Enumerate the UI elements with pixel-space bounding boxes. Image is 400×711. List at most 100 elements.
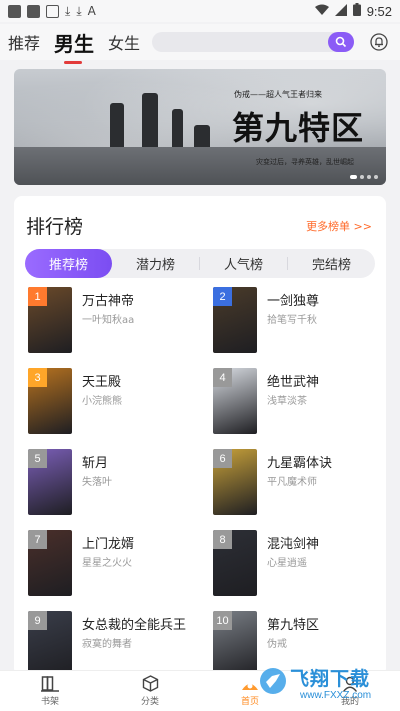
ranking-card: 排行榜 更多榜单 >> 推荐榜 潜力榜 人气榜 完结榜 1 万古神帝一叶知秋aa 2… <box>14 196 388 677</box>
top-bar: 推荐 男生 女生 <box>0 24 400 64</box>
book-author: 寂寞的舞者 <box>82 639 132 650</box>
book-item[interactable]: 6 九星霸体诀平凡魔术师 <box>213 449 388 519</box>
app-notification-icon <box>8 4 21 18</box>
book-title[interactable]: 混沌剑神 <box>267 533 319 552</box>
ranking-title: 排行榜 <box>26 216 84 238</box>
tab-recommend[interactable]: 推荐 <box>8 30 40 54</box>
banner-subtitle: 伪戒——超人气王者归来 <box>234 90 322 99</box>
book-title[interactable]: 一剑独尊 <box>267 290 319 309</box>
rank-badge: 8 <box>213 530 232 549</box>
book-title[interactable]: 上门龙婿 <box>82 533 134 552</box>
banner-tagline: 灾变过后，寻养英雄，乱世崛起 <box>256 158 354 166</box>
book-author: 星星之火火 <box>82 558 132 569</box>
book-item[interactable]: 8 混沌剑神心星逍遥 <box>213 530 388 600</box>
watermark-logo-icon <box>260 668 286 694</box>
rank-badge: 3 <box>28 368 47 387</box>
watermark-url: www.FXXZ.com <box>300 690 372 701</box>
book-author: 小浣熊熊 <box>82 396 122 407</box>
book-title[interactable]: 女总裁的全能兵王 <box>82 614 186 633</box>
watermark-text: 飞翔下载 <box>290 668 371 690</box>
rank-badge: 4 <box>213 368 232 387</box>
banner-title: 第九特区 <box>232 109 365 147</box>
category-cube-icon <box>142 675 158 692</box>
rank-badge: 6 <box>213 449 232 468</box>
nav-bookshelf[interactable]: 书架 <box>0 671 100 711</box>
rank-badge: 1 <box>28 287 47 306</box>
wifi-icon <box>314 4 329 19</box>
promo-banner[interactable]: 伪戒——超人气王者归来 第九特区 灾变过后，寻养英雄，乱世崛起 <box>14 69 386 185</box>
book-cover[interactable]: 10 <box>213 611 257 677</box>
book-cover[interactable]: 8 <box>213 530 257 596</box>
book-author: 一叶知秋aa <box>82 315 135 326</box>
book-title[interactable]: 九星霸体诀 <box>267 452 332 471</box>
bookshelf-icon <box>41 675 59 692</box>
clock: 9:52 <box>366 3 392 19</box>
book-title[interactable]: 天王殿 <box>82 371 121 390</box>
book-author: 伪戒 <box>267 639 287 650</box>
book-item[interactable]: 1 万古神帝一叶知秋aa <box>28 287 203 357</box>
rank-badge: 2 <box>213 287 232 306</box>
book-cover[interactable]: 7 <box>28 530 72 596</box>
carousel-dot <box>350 175 357 179</box>
book-cover[interactable]: 6 <box>213 449 257 515</box>
book-author: 心星逍遥 <box>267 558 307 569</box>
more-rankings-link[interactable]: 更多榜单 >> <box>306 218 372 234</box>
home-icon <box>242 683 258 690</box>
battery-icon <box>352 3 361 19</box>
rank-badge: 7 <box>28 530 47 549</box>
segment-completed[interactable]: 完结榜 <box>288 249 375 278</box>
download-icon: ⤓ <box>65 3 71 18</box>
carousel-dot <box>367 175 371 179</box>
segment-potential[interactable]: 潜力榜 <box>112 249 199 278</box>
book-cover[interactable]: 1 <box>28 287 72 353</box>
segment-popular[interactable]: 人气榜 <box>200 249 287 278</box>
book-cover[interactable]: 5 <box>28 449 72 515</box>
notification-icons: ⤓ ⤓ A <box>8 4 96 19</box>
book-title[interactable]: 万古神帝 <box>82 290 134 309</box>
rank-badge: 9 <box>28 611 47 630</box>
banner-figure <box>172 109 183 147</box>
app-notification-icon <box>46 4 59 18</box>
segment-recommended[interactable]: 推荐榜 <box>25 249 112 278</box>
app-notification-icon <box>27 4 40 18</box>
nav-bookshelf-label: 书架 <box>40 696 59 707</box>
book-item[interactable]: 7 上门龙婿星星之火火 <box>28 530 203 600</box>
site-watermark: 飞翔下载 www.FXXZ.com <box>258 660 398 708</box>
book-item[interactable]: 5 斩月失落叶 <box>28 449 203 519</box>
rank-badge: 10 <box>213 611 232 630</box>
book-item[interactable]: 4 绝世武神浅草淡茶 <box>213 368 388 438</box>
signal-icon <box>334 3 347 19</box>
book-cover[interactable]: 2 <box>213 287 257 353</box>
book-item[interactable]: 3 天王殿小浣熊熊 <box>28 368 203 438</box>
notification-bell-icon[interactable] <box>370 33 388 51</box>
font-icon: A <box>87 4 96 18</box>
search-button[interactable] <box>328 32 354 52</box>
nav-home-label: 首页 <box>240 696 259 707</box>
book-item[interactable]: 2 一剑独尊拾笔写千秋 <box>213 287 388 357</box>
carousel-indicator <box>350 175 378 179</box>
banner-figure <box>110 103 124 147</box>
search-icon <box>335 36 347 48</box>
nav-category-label: 分类 <box>140 697 159 707</box>
carousel-dot <box>374 175 378 179</box>
banner-figure <box>194 125 210 147</box>
book-title[interactable]: 绝世武神 <box>267 371 319 390</box>
book-cover[interactable]: 4 <box>213 368 257 434</box>
nav-category[interactable]: 分类 <box>100 671 200 711</box>
download-icon: ⤓ <box>76 3 82 18</box>
rank-badge: 5 <box>28 449 47 468</box>
tab-female[interactable]: 女生 <box>108 30 140 54</box>
ranking-segment-control: 推荐榜 潜力榜 人气榜 完结榜 <box>25 249 375 278</box>
tab-male[interactable]: 男生 <box>54 28 94 64</box>
book-author: 失落叶 <box>82 477 112 488</box>
book-title[interactable]: 第九特区 <box>267 614 319 633</box>
carousel-dot <box>360 175 364 179</box>
book-title[interactable]: 斩月 <box>82 452 108 471</box>
book-cover[interactable]: 3 <box>28 368 72 434</box>
banner-figure <box>142 93 158 147</box>
book-cover[interactable]: 9 <box>28 611 72 677</box>
search-input[interactable] <box>152 32 354 52</box>
book-author: 平凡魔术师 <box>267 477 317 488</box>
book-author: 浅草淡茶 <box>267 396 307 407</box>
book-author: 拾笔写千秋 <box>267 315 317 326</box>
